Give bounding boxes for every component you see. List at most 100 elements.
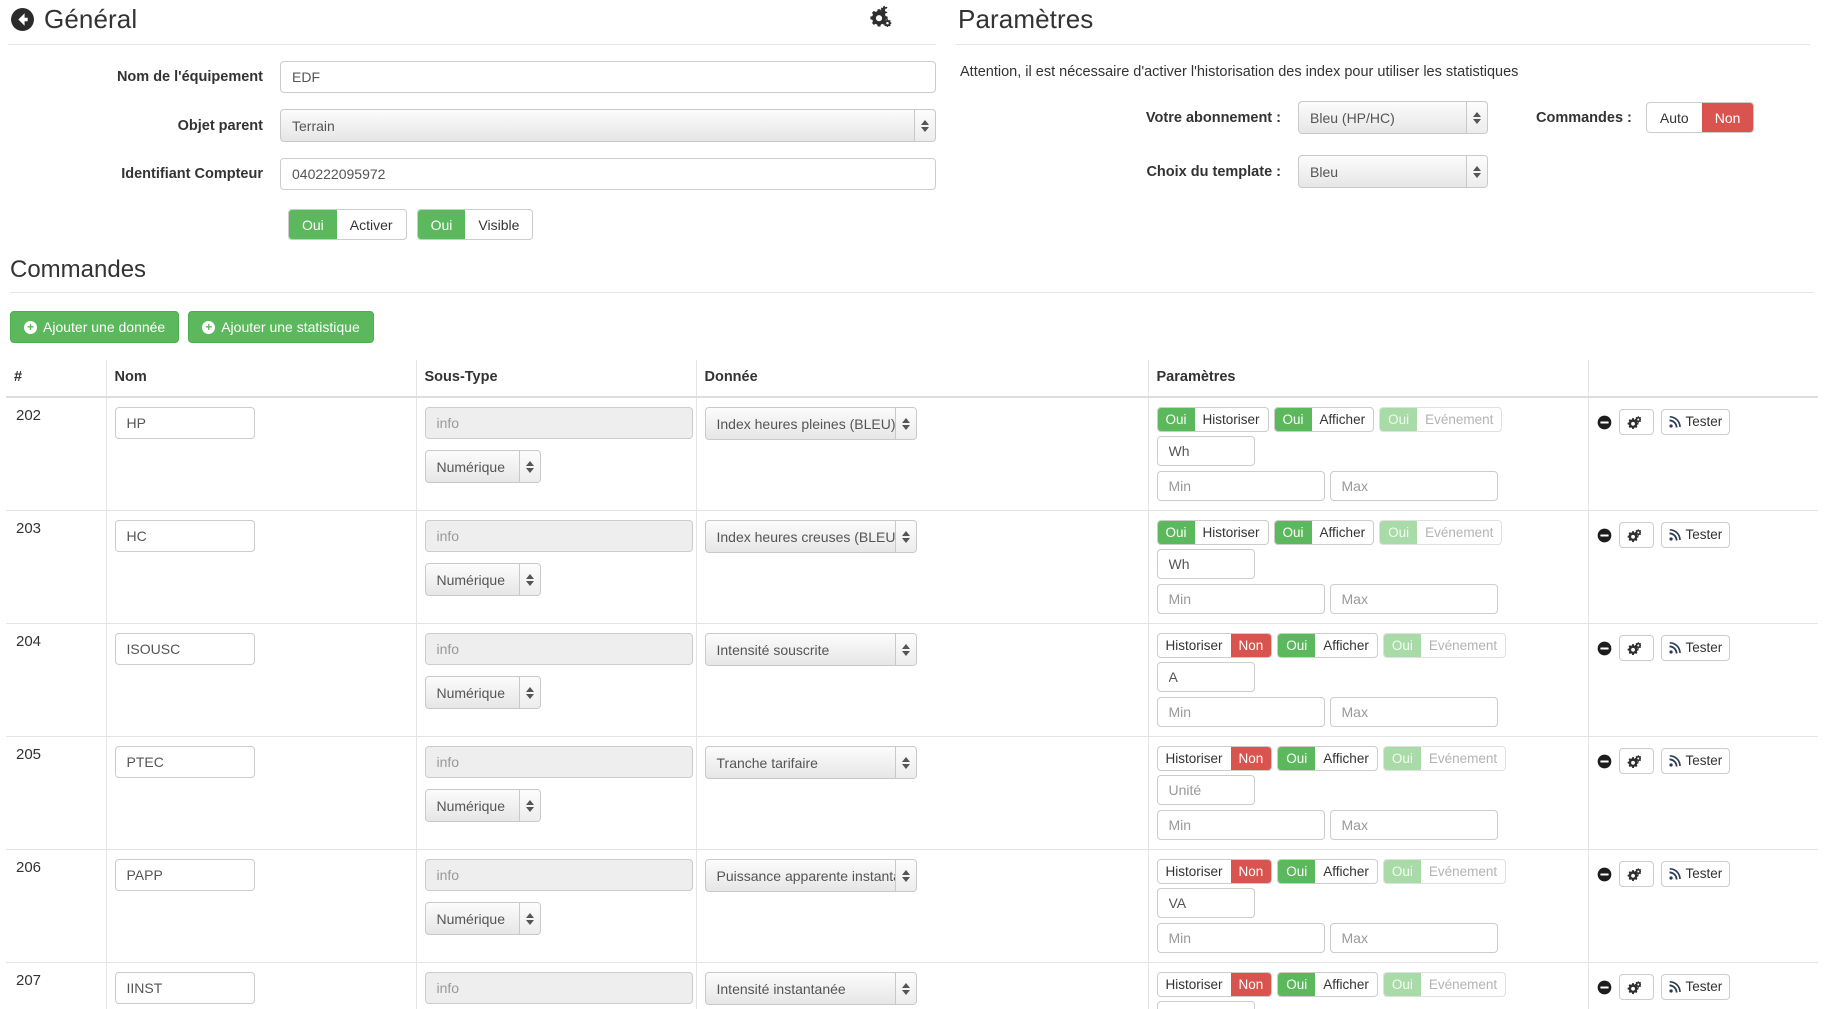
subscription-select[interactable]: Bleu (HP/HC)	[1298, 101, 1488, 134]
row-unit-input[interactable]	[1156, 775, 1255, 805]
row-subtype-select[interactable]: Numérique	[424, 789, 541, 822]
row-donnee-select[interactable]: Index heures creuses (BLEU)	[704, 520, 917, 553]
row-max-input[interactable]	[1329, 471, 1498, 501]
toggle-commandes-non[interactable]: Non	[1701, 103, 1754, 132]
row-donnee-select[interactable]: Index heures pleines (BLEU)	[704, 407, 917, 440]
historiser-label[interactable]: Historiser	[1158, 634, 1231, 657]
toggle-afficher[interactable]: Oui Afficher	[1277, 746, 1378, 771]
toggle-afficher[interactable]: Oui Afficher	[1273, 407, 1375, 432]
toggle-afficher[interactable]: Oui Afficher	[1277, 633, 1378, 658]
afficher-state[interactable]: Oui	[1274, 521, 1312, 544]
minus-circle-icon[interactable]	[1597, 980, 1612, 995]
toggle-historiser[interactable]: Historiser Non	[1156, 859, 1273, 884]
evenement-label[interactable]: Evénement	[1421, 973, 1505, 996]
evenement-state[interactable]: Oui	[1383, 634, 1421, 657]
historiser-state[interactable]: Non	[1230, 747, 1272, 770]
row-config-button[interactable]	[1618, 861, 1654, 887]
evenement-state[interactable]: Oui	[1380, 408, 1418, 431]
toggle-evenement[interactable]: Oui Evénement	[1382, 633, 1507, 658]
row-donnee-select[interactable]: Puissance apparente instantanée	[704, 859, 917, 892]
afficher-label[interactable]: Afficher	[1315, 860, 1377, 883]
evenement-label[interactable]: Evénement	[1421, 634, 1505, 657]
afficher-label[interactable]: Afficher	[1312, 408, 1374, 431]
minus-circle-icon[interactable]	[1597, 754, 1612, 769]
minus-circle-icon[interactable]	[1597, 641, 1612, 656]
row-name-input[interactable]	[114, 972, 255, 1004]
historiser-label[interactable]: Historiser	[1195, 408, 1268, 431]
row-min-input[interactable]	[1156, 697, 1325, 727]
toggle-visible[interactable]: Oui Visible	[416, 209, 534, 240]
row-config-button[interactable]	[1618, 409, 1654, 435]
afficher-label[interactable]: Afficher	[1315, 634, 1377, 657]
row-min-input[interactable]	[1156, 584, 1325, 614]
row-config-button[interactable]	[1618, 974, 1654, 1000]
toggle-visible-label[interactable]: Visible	[465, 210, 532, 239]
row-max-input[interactable]	[1329, 923, 1498, 953]
row-min-input[interactable]	[1156, 810, 1325, 840]
row-config-button[interactable]	[1618, 522, 1654, 548]
historiser-state[interactable]: Oui	[1157, 521, 1195, 544]
afficher-label[interactable]: Afficher	[1312, 521, 1374, 544]
row-config-button[interactable]	[1618, 748, 1654, 774]
toggle-historiser[interactable]: Historiser Non	[1156, 746, 1273, 771]
evenement-label[interactable]: Evénement	[1421, 860, 1505, 883]
row-donnee-select[interactable]: Intensité instantanée	[704, 972, 917, 1005]
minus-circle-icon[interactable]	[1597, 867, 1612, 882]
row-max-input[interactable]	[1329, 584, 1498, 614]
row-min-input[interactable]	[1156, 923, 1325, 953]
toggle-activer[interactable]: Oui Activer	[288, 209, 407, 240]
toggle-historiser[interactable]: Oui Historiser	[1156, 520, 1269, 545]
row-max-input[interactable]	[1329, 810, 1498, 840]
afficher-state[interactable]: Oui	[1278, 634, 1316, 657]
toggle-afficher[interactable]: Oui Afficher	[1277, 972, 1378, 997]
add-data-button[interactable]: + Ajouter une donnée	[10, 311, 180, 343]
minus-circle-icon[interactable]	[1597, 415, 1612, 430]
row-tester-button[interactable]: Tester	[1660, 748, 1731, 774]
row-max-input[interactable]	[1329, 697, 1498, 727]
row-unit-input[interactable]	[1156, 549, 1255, 579]
toggle-afficher[interactable]: Oui Afficher	[1277, 859, 1378, 884]
historiser-label[interactable]: Historiser	[1158, 860, 1231, 883]
historiser-label[interactable]: Historiser	[1195, 521, 1268, 544]
equipment-name-input[interactable]	[280, 61, 936, 93]
toggle-historiser[interactable]: Historiser Non	[1156, 972, 1273, 997]
toggle-commandes-auto[interactable]: Auto	[1647, 103, 1702, 132]
afficher-label[interactable]: Afficher	[1315, 747, 1377, 770]
toggle-activer-state[interactable]: Oui	[289, 210, 337, 239]
row-config-button[interactable]	[1618, 635, 1654, 661]
historiser-state[interactable]: Oui	[1157, 408, 1195, 431]
row-subtype-select[interactable]: Numérique	[424, 450, 541, 483]
evenement-label[interactable]: Evénement	[1421, 747, 1505, 770]
cogs-icon[interactable]	[866, 5, 892, 31]
row-tester-button[interactable]: Tester	[1660, 635, 1731, 661]
row-unit-input[interactable]	[1156, 888, 1255, 918]
afficher-state[interactable]: Oui	[1278, 747, 1316, 770]
historiser-label[interactable]: Historiser	[1158, 747, 1231, 770]
historiser-state[interactable]: Non	[1230, 860, 1272, 883]
evenement-state[interactable]: Oui	[1383, 747, 1421, 770]
historiser-state[interactable]: Non	[1230, 973, 1272, 996]
arrow-circle-left-icon[interactable]	[10, 7, 35, 32]
evenement-label[interactable]: Evénement	[1417, 408, 1501, 431]
row-tester-button[interactable]: Tester	[1660, 522, 1731, 548]
evenement-state[interactable]: Oui	[1383, 973, 1421, 996]
evenement-state[interactable]: Oui	[1383, 860, 1421, 883]
afficher-state[interactable]: Oui	[1278, 973, 1316, 996]
row-tester-button[interactable]: Tester	[1660, 974, 1731, 1000]
meter-id-input[interactable]	[280, 158, 936, 190]
row-donnee-select[interactable]: Tranche tarifaire	[704, 746, 917, 779]
evenement-label[interactable]: Evénement	[1417, 521, 1501, 544]
afficher-state[interactable]: Oui	[1278, 860, 1316, 883]
toggle-evenement[interactable]: Oui Evénement	[1382, 972, 1507, 997]
toggle-historiser[interactable]: Oui Historiser	[1156, 407, 1269, 432]
row-unit-input[interactable]	[1156, 436, 1255, 466]
minus-circle-icon[interactable]	[1597, 528, 1612, 543]
evenement-state[interactable]: Oui	[1380, 521, 1418, 544]
toggle-evenement[interactable]: Oui Evénement	[1382, 746, 1507, 771]
row-unit-input[interactable]	[1156, 662, 1255, 692]
row-name-input[interactable]	[114, 407, 255, 439]
afficher-state[interactable]: Oui	[1274, 408, 1312, 431]
toggle-evenement[interactable]: Oui Evénement	[1382, 859, 1507, 884]
row-subtype-select[interactable]: Numérique	[424, 676, 541, 709]
row-min-input[interactable]	[1156, 471, 1325, 501]
